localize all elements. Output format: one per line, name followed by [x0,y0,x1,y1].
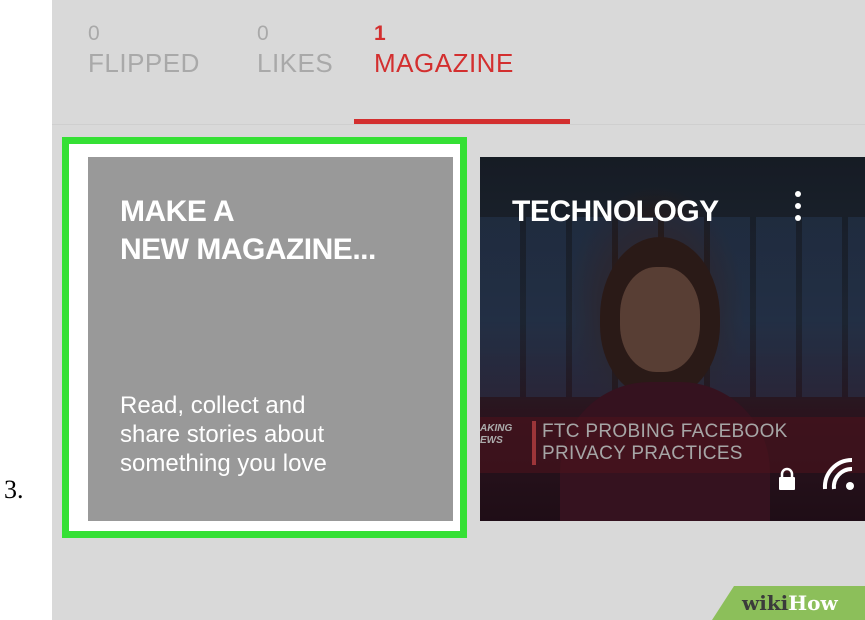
more-vert-icon[interactable] [792,191,804,231]
tab-likes-label: LIKES [257,48,334,78]
wikihow-how-text: How [788,591,838,615]
wifi-icon [822,457,854,490]
tab-magazine[interactable]: 1 MAGAZINE [374,22,514,80]
make-magazine-title-line2: NEW MAGAZINE... [120,233,376,266]
make-magazine-desc-line1: Read, collect and [120,392,306,419]
wikihow-watermark: wikiHow [712,586,865,620]
make-magazine-title: MAKE A NEW MAGAZINE... [120,193,440,269]
technology-title: TECHNOLOGY [512,195,719,228]
profile-tabs: 0 FLIPPED 0 LIKES 1 MAGAZINE [52,0,865,125]
lock-icon [779,467,795,490]
make-magazine-title-line1: MAKE A [120,195,235,228]
tab-divider [52,124,865,125]
make-new-magazine-card[interactable]: MAKE A NEW MAGAZINE... Read, collect and… [88,157,453,521]
technology-magazine-card[interactable]: AKING EWS FTC PROBING FACEBOOK PRIVACY P… [480,157,865,521]
make-magazine-description: Read, collect and share stories about so… [120,391,440,478]
tab-likes[interactable]: 0 LIKES [257,22,333,80]
wikihow-wiki-text: wiki [742,591,789,615]
tab-magazine-label: MAGAZINE [374,48,514,78]
flipboard-profile-screen: 0 FLIPPED 0 LIKES 1 MAGAZINE MAKE A NEW … [52,0,865,620]
tab-flipped-label: FLIPPED [88,48,200,78]
make-magazine-desc-line3: something you love [120,450,327,477]
make-magazine-desc-line2: share stories about [120,421,325,448]
step-number: 3. [4,475,24,504]
tab-flipped-count: 0 [88,22,100,45]
tab-likes-count: 0 [257,22,269,45]
tab-flipped[interactable]: 0 FLIPPED [88,22,200,80]
tab-magazine-count: 1 [374,22,386,45]
